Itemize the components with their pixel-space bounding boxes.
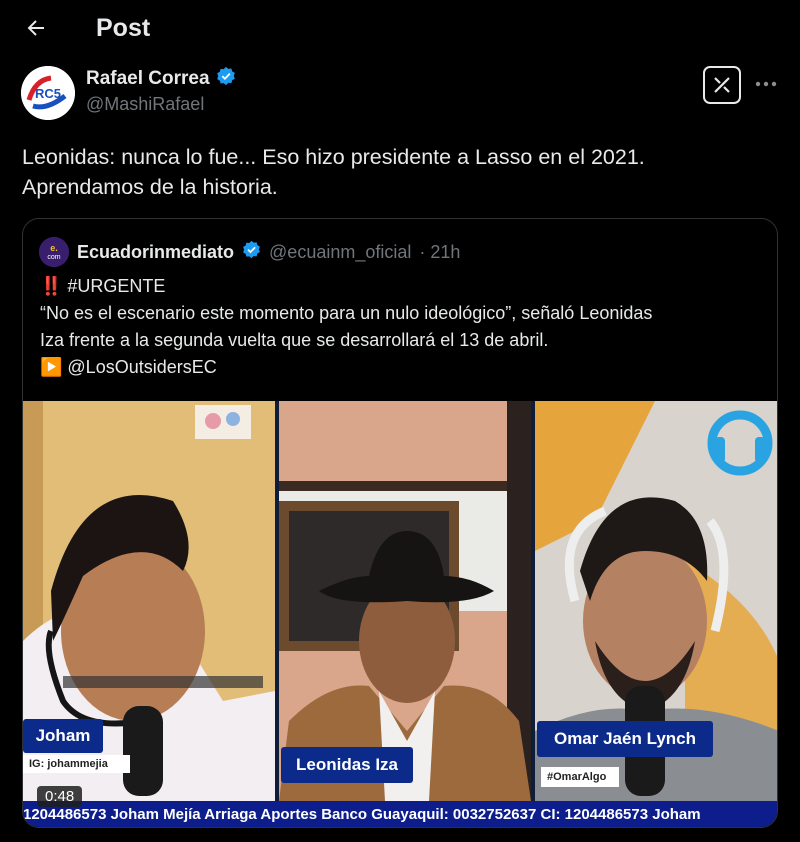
top-bar: Post: [0, 0, 800, 56]
page-title: Post: [96, 14, 151, 42]
author-name[interactable]: Rafael Correa: [86, 68, 210, 90]
svg-text:e.: e.: [50, 243, 58, 253]
author-avatar[interactable]: RC5: [21, 66, 75, 120]
svg-text:RC5: RC5: [35, 86, 61, 101]
post-line: Leonidas: nunca lo fue... Eso hizo presi…: [22, 145, 645, 169]
quoted-line: ‼️ #URGENTE: [40, 276, 166, 296]
social-tag-omar: #OmarAlgo: [541, 767, 619, 787]
svg-text:com: com: [47, 254, 60, 261]
name-tag-leonidas: Leonidas Iza: [281, 747, 413, 783]
verified-badge-icon: [216, 66, 236, 92]
video-duration: 0:48: [37, 786, 83, 807]
author-handle[interactable]: @MashiRafael: [86, 94, 204, 115]
author-name-row[interactable]: Rafael Correa: [86, 66, 236, 92]
quoted-author-handle[interactable]: @ecuainm_oficial: [269, 242, 411, 263]
name-tag-omar: Omar Jaén Lynch: [537, 721, 713, 757]
post-line: Aprendamos de la historia.: [22, 175, 278, 199]
quoted-text: ‼️ #URGENTE “No es el escenario este mom…: [40, 273, 765, 381]
news-ticker: 1204486573 Joham Mejía Arriaga Aportes B…: [23, 801, 777, 827]
quoted-post-time[interactable]: · 21h: [419, 242, 460, 263]
quoted-header: e. com Ecuadorinmediato @ecuainm_oficial …: [39, 237, 460, 267]
quoted-line: ▶️ @LosOutsidersEC: [40, 357, 217, 377]
video-player[interactable]: Joham IG: johammejia Leonidas Iza Omar J…: [23, 401, 777, 827]
name-tag-joham: Joham: [23, 719, 103, 753]
quoted-line: “No es el escenario este momento para un…: [40, 303, 653, 323]
video-panel-leonidas: [279, 401, 531, 801]
verified-badge-icon: [242, 240, 261, 264]
more-options-icon[interactable]: [752, 72, 780, 96]
post-text: Leonidas: nunca lo fue... Eso hizo presi…: [22, 142, 782, 202]
quoted-post[interactable]: e. com Ecuadorinmediato @ecuainm_oficial …: [22, 218, 778, 828]
back-arrow-icon[interactable]: [20, 12, 52, 44]
grok-icon[interactable]: [703, 66, 741, 104]
social-tag-joham: IG: johammejia: [23, 755, 130, 773]
quoted-line: Iza frente a la segunda vuelta que se de…: [40, 330, 549, 350]
quoted-author-name[interactable]: Ecuadorinmediato: [77, 242, 234, 263]
quoted-avatar[interactable]: e. com: [39, 237, 69, 267]
